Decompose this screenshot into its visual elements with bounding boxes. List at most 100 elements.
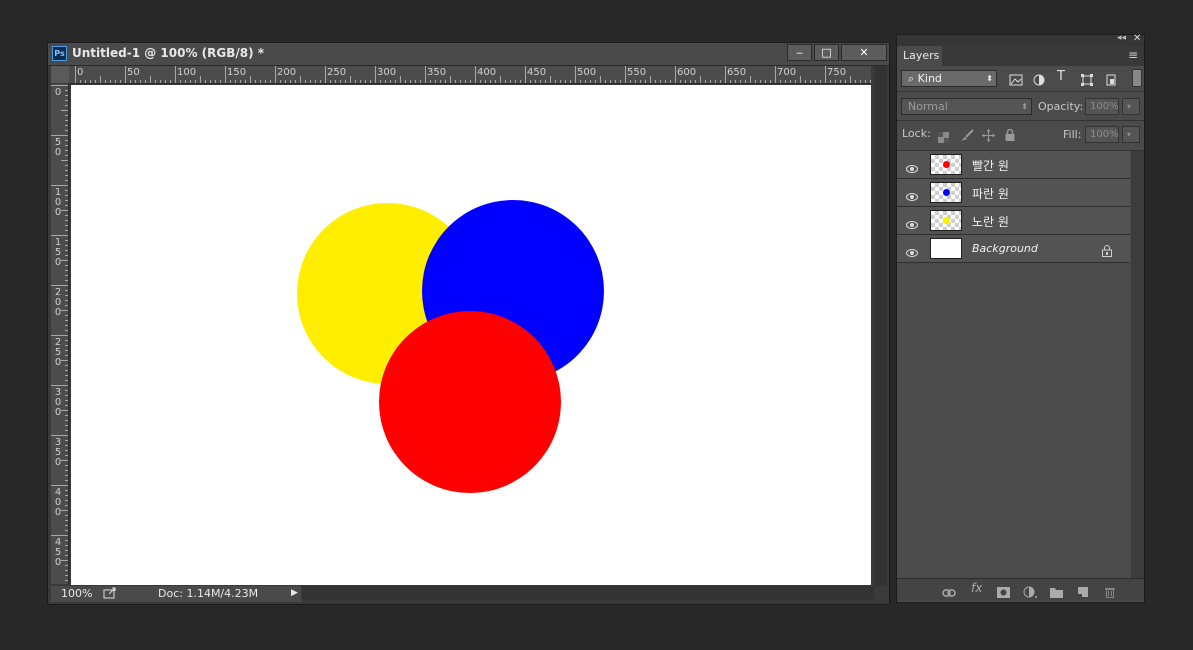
- close-icon: ✕: [859, 46, 869, 59]
- ruler-major-tick: [425, 66, 426, 83]
- ruler-tick-label: 50: [54, 137, 62, 158]
- lock-image-pixels-icon[interactable]: [960, 127, 974, 146]
- lock-position-icon[interactable]: [982, 127, 995, 146]
- document-canvas[interactable]: [71, 85, 871, 585]
- ruler-minor-tick: [61, 260, 68, 261]
- smart-object-filter-icon[interactable]: [1105, 71, 1117, 90]
- fx-layer-style-icon[interactable]: fx: [971, 581, 982, 595]
- ruler-minor-tick: [255, 80, 256, 83]
- vertical-ruler[interactable]: 0 50 100 150 200 250 300 350 400 450: [51, 84, 69, 584]
- ruler-minor-tick: [145, 80, 146, 83]
- ruler-minor-tick: [120, 80, 121, 83]
- ruler-tick-label: 600: [677, 67, 697, 78]
- minimize-button[interactable]: ‒: [787, 44, 812, 61]
- fill-input[interactable]: 100%: [1085, 126, 1119, 143]
- layer-row-red-circle[interactable]: 빨간 원: [897, 151, 1130, 179]
- horizontal-scrollbar[interactable]: [302, 586, 874, 600]
- ruler-minor-tick: [270, 80, 271, 83]
- ruler-minor-tick: [715, 80, 716, 83]
- zoom-level[interactable]: 100%: [61, 587, 92, 600]
- ruler-tick-label: 300: [377, 67, 397, 78]
- ruler-minor-tick: [65, 295, 68, 296]
- ruler-minor-tick: [515, 80, 516, 83]
- pixel-layer-filter-icon[interactable]: [1009, 71, 1023, 90]
- ruler-minor-tick: [190, 80, 191, 83]
- ruler-minor-tick: [150, 76, 151, 83]
- ruler-minor-tick: [250, 76, 251, 83]
- ruler-minor-tick: [870, 80, 871, 83]
- ruler-minor-tick: [710, 80, 711, 83]
- layer-name[interactable]: 노란 원: [972, 213, 1009, 230]
- close-panel-icon[interactable]: ✕: [1133, 33, 1141, 44]
- ruler-tick-label: 250: [54, 337, 62, 368]
- layers-scrollbar[interactable]: [1131, 151, 1144, 579]
- layer-row-background[interactable]: Background: [897, 235, 1130, 263]
- type-layer-filter-icon[interactable]: T: [1057, 69, 1065, 84]
- panel-menu-icon[interactable]: ≡: [1128, 48, 1138, 62]
- ruler-minor-tick: [65, 570, 68, 571]
- ruler-minor-tick: [750, 76, 751, 83]
- ruler-minor-tick: [265, 80, 266, 83]
- lock-all-icon[interactable]: [1005, 127, 1015, 146]
- ruler-minor-tick: [65, 515, 68, 516]
- ruler-minor-tick: [555, 80, 556, 83]
- ruler-major-tick: [51, 485, 68, 486]
- export-icon[interactable]: [103, 587, 117, 602]
- ruler-minor-tick: [65, 480, 68, 481]
- layer-name[interactable]: Background: [972, 242, 1038, 255]
- ruler-minor-tick: [65, 230, 68, 231]
- minimize-icon: ‒: [796, 46, 803, 59]
- ruler-minor-tick: [765, 80, 766, 83]
- link-layers-icon[interactable]: [942, 583, 956, 602]
- horizontal-ruler[interactable]: 0 50 100 150 200 250 300 350 400 450 500 550 600 650 7…: [69, 66, 871, 84]
- add-mask-icon[interactable]: [997, 583, 1010, 602]
- new-group-folder-icon[interactable]: [1050, 583, 1063, 602]
- lock-transparent-pixels-icon[interactable]: [938, 128, 949, 147]
- ruler-major-tick: [575, 66, 576, 83]
- blend-mode-select[interactable]: Normal ⬍: [901, 98, 1032, 115]
- close-button[interactable]: ✕: [841, 44, 887, 61]
- eye-visibility-icon[interactable]: [906, 159, 918, 173]
- eye-visibility-icon[interactable]: [906, 243, 918, 257]
- restore-button[interactable]: □: [814, 44, 839, 61]
- layer-name[interactable]: 파란 원: [972, 185, 1009, 202]
- shape-layer-filter-icon[interactable]: [1081, 71, 1093, 90]
- ruler-minor-tick: [65, 155, 68, 156]
- ruler-minor-tick: [550, 76, 551, 83]
- ruler-tick-label: 350: [427, 67, 447, 78]
- ruler-minor-tick: [795, 80, 796, 83]
- eye-visibility-icon[interactable]: [906, 215, 918, 229]
- new-adjustment-layer-icon[interactable]: [1023, 583, 1037, 602]
- ruler-minor-tick: [400, 76, 401, 83]
- status-menu-arrow-icon[interactable]: ▶: [291, 588, 298, 598]
- filter-toggle-switch[interactable]: [1132, 69, 1142, 87]
- ruler-origin[interactable]: [51, 66, 69, 83]
- ruler-minor-tick: [865, 80, 866, 83]
- eye-visibility-icon[interactable]: [906, 187, 918, 201]
- opacity-dropdown-button[interactable]: ▾: [1122, 98, 1140, 115]
- vertical-scrollbar[interactable]: [875, 66, 887, 586]
- filter-kind-select[interactable]: ⌕ Kind ⬍: [901, 70, 997, 87]
- fill-dropdown-button[interactable]: ▾: [1122, 126, 1140, 143]
- opacity-input[interactable]: 100%: [1085, 98, 1119, 115]
- ruler-minor-tick: [585, 80, 586, 83]
- document-titlebar[interactable]: Ps Untitled-1 @ 100% (RGB/8) * ‒ □ ✕: [48, 43, 889, 66]
- new-layer-icon[interactable]: [1077, 583, 1089, 602]
- collapse-panel-icon[interactable]: ◂◂: [1117, 33, 1126, 43]
- tab-layers[interactable]: Layers: [897, 46, 942, 66]
- ruler-minor-tick: [810, 80, 811, 83]
- ruler-minor-tick: [65, 280, 68, 281]
- ruler-tick-label: 250: [327, 67, 347, 78]
- search-icon: ⌕: [908, 72, 915, 85]
- red-circle[interactable]: [379, 311, 561, 493]
- layer-row-yellow-circle[interactable]: 노란 원: [897, 207, 1130, 235]
- trash-delete-icon[interactable]: [1104, 583, 1116, 602]
- layer-name[interactable]: 빨간 원: [972, 157, 1009, 174]
- layer-row-blue-circle[interactable]: 파란 원: [897, 179, 1130, 207]
- ruler-minor-tick: [685, 80, 686, 83]
- adjustment-layer-filter-icon[interactable]: [1033, 71, 1045, 90]
- ruler-minor-tick: [65, 430, 68, 431]
- ruler-major-tick: [725, 66, 726, 83]
- status-bar: 100% Doc: 1.14M/4.23M ▶: [51, 586, 301, 602]
- ruler-minor-tick: [61, 460, 68, 461]
